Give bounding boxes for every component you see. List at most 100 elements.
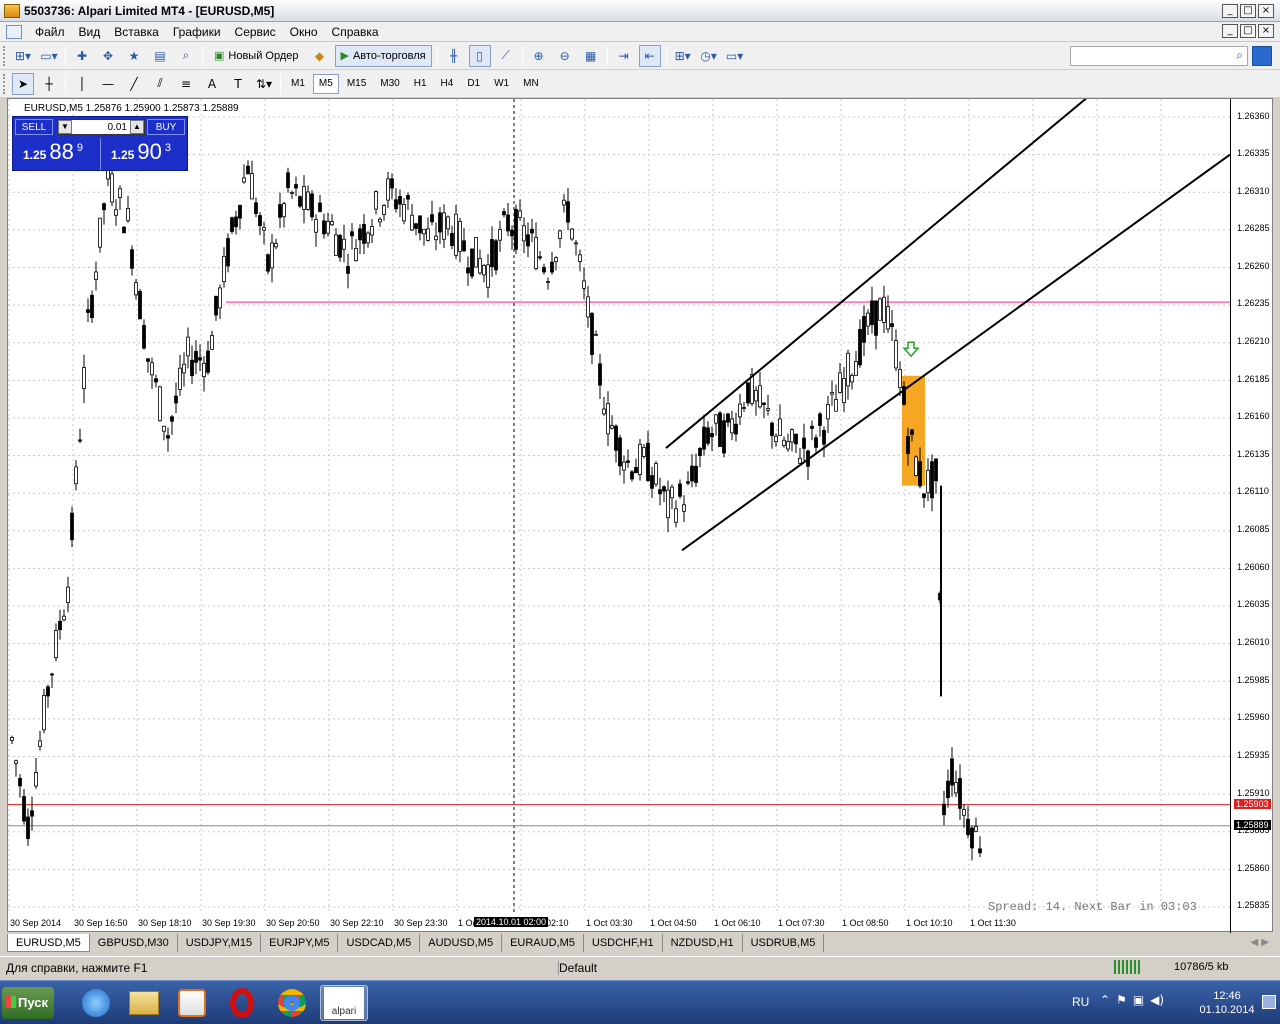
chart-canvas[interactable]: EURUSD,M5 1.25876 1.25900 1.25873 1.2588…	[8, 99, 1230, 933]
tab-usdchf-h1[interactable]: USDCHF,H1	[584, 934, 663, 952]
tab-usdjpy-m15[interactable]: USDJPY,M15	[178, 934, 262, 952]
candle-body	[830, 392, 834, 395]
tab-nzdusd-h1[interactable]: NZDUSD,H1	[663, 934, 743, 952]
text-icon[interactable]: A	[201, 73, 223, 95]
menu-charts[interactable]: Графики	[166, 25, 228, 39]
tab-eurusd-m5[interactable]: EURUSD,M5	[7, 934, 90, 952]
bid-price[interactable]: 1.25 88 9	[15, 138, 101, 170]
minimize-button[interactable]: _	[1222, 4, 1238, 18]
mdi-minimize-button[interactable]: _	[1222, 24, 1238, 38]
tab-eurjpy-m5[interactable]: EURJPY,M5	[261, 934, 339, 952]
tab-usdrub-m5[interactable]: USDRUB,M5	[743, 934, 825, 952]
metatrader-app-icon	[4, 3, 20, 18]
chrome-icon[interactable]	[270, 985, 314, 1021]
candle-body	[890, 323, 894, 328]
auto-scroll-icon[interactable]: ⇥	[613, 45, 635, 67]
media-player-icon[interactable]	[170, 985, 214, 1021]
bar-chart-icon[interactable]: ╫	[443, 45, 465, 67]
search-icon[interactable]: ⌕	[1236, 48, 1243, 63]
sell-button[interactable]: SELL	[15, 119, 53, 135]
taskbar-clock[interactable]: 12:46 01.10.2014	[1194, 989, 1260, 1017]
timeframe-d1[interactable]: D1	[461, 74, 486, 94]
show-desktop-button[interactable]	[1262, 995, 1276, 1009]
terminal-icon[interactable]: ▤	[149, 45, 171, 67]
arrows-icon[interactable]: ⇅▾	[253, 73, 275, 95]
strategy-tester-icon[interactable]: ⌕	[175, 45, 197, 67]
text-label-icon[interactable]: T	[227, 73, 249, 95]
mdi-restore-button[interactable]: □	[1240, 24, 1256, 38]
trendline-icon[interactable]: ╱	[123, 73, 145, 95]
volume-icon[interactable]: ◀)	[1150, 993, 1164, 1007]
navigator-icon[interactable]: ★	[123, 45, 145, 67]
new-chart-icon[interactable]: ⊞▾	[12, 45, 34, 67]
profiles-icon[interactable]: ▭▾	[38, 45, 60, 67]
lot-size-value[interactable]: 0.01	[72, 122, 130, 133]
horizontal-line-icon[interactable]: —	[97, 73, 119, 95]
start-button[interactable]: Пуск	[2, 987, 54, 1019]
periods-icon[interactable]: ◷▾	[698, 45, 720, 67]
connection-status-icon[interactable]	[1114, 960, 1140, 974]
menu-file[interactable]: Файл	[28, 25, 72, 39]
menu-tools[interactable]: Сервис	[228, 25, 283, 39]
tab-audusd-m5[interactable]: AUDUSD,M5	[420, 934, 503, 952]
zoom-out-icon[interactable]: ⊖	[554, 45, 576, 67]
menu-help[interactable]: Справка	[325, 25, 386, 39]
search-box[interactable]: ⌕	[1070, 46, 1248, 66]
vertical-line-icon[interactable]: │	[71, 73, 93, 95]
new-order-button[interactable]: ▣ Новый Ордер	[208, 45, 305, 67]
auto-trading-button[interactable]: ▶ Авто-торговля	[334, 44, 432, 67]
chart-window-icon[interactable]	[6, 24, 22, 39]
tab-gbpusd-m30[interactable]: GBPUSD,M30	[90, 934, 178, 952]
market-watch-icon[interactable]: ✚	[71, 45, 93, 67]
equidistant-channel-icon[interactable]: ⫽	[149, 73, 171, 95]
data-window-icon[interactable]: ✥	[97, 45, 119, 67]
candle-body	[194, 350, 198, 363]
lot-down-icon[interactable]: ▼	[58, 120, 72, 134]
timeframe-m1[interactable]: M1	[285, 74, 311, 94]
timeframe-m15[interactable]: M15	[341, 74, 372, 94]
chart-shift-icon[interactable]: ⇤	[638, 44, 661, 67]
price-chart[interactable]	[8, 99, 1230, 933]
zoom-in-icon[interactable]: ⊕	[528, 45, 550, 67]
close-button[interactable]: ×	[1258, 4, 1274, 18]
ask-price[interactable]: 1.25 90 3	[103, 138, 189, 170]
maximize-button[interactable]: □	[1240, 4, 1256, 18]
cursor-icon[interactable]: ➤	[12, 72, 34, 95]
metaeditor-icon[interactable]: ◆	[309, 45, 331, 67]
language-indicator[interactable]: RU	[1072, 995, 1089, 1009]
opera-icon[interactable]	[220, 985, 264, 1021]
indicators-icon[interactable]: ⊞▾	[672, 45, 694, 67]
candle-body	[934, 458, 938, 482]
tray-expand-icon[interactable]: ⌃	[1100, 993, 1110, 1007]
network-icon[interactable]: ▣	[1133, 993, 1144, 1007]
candle-body	[470, 248, 474, 277]
menu-window[interactable]: Окно	[283, 25, 325, 39]
templates-icon[interactable]: ▭▾	[724, 45, 746, 67]
menu-insert[interactable]: Вставка	[107, 25, 166, 39]
tile-windows-icon[interactable]: ▦	[580, 45, 602, 67]
tab-euraud-m5[interactable]: EURAUD,M5	[502, 934, 584, 952]
internet-explorer-icon[interactable]	[74, 985, 118, 1021]
time-label: 30 Sep 19:30	[202, 918, 256, 928]
menu-view[interactable]: Вид	[72, 25, 108, 39]
timeframe-m5[interactable]: M5	[312, 73, 339, 94]
buy-button[interactable]: BUY	[147, 119, 185, 135]
tab-scroll-arrows-icon[interactable]: ◀ ▶	[1250, 937, 1269, 948]
alpari-taskbar-button[interactable]: alpari	[320, 985, 368, 1021]
timeframe-m30[interactable]: M30	[374, 74, 405, 94]
action-center-icon[interactable]: ⚑	[1116, 993, 1127, 1007]
tab-usdcad-m5[interactable]: USDCAD,M5	[338, 934, 421, 952]
candlestick-chart-icon[interactable]: ▯	[468, 44, 491, 67]
timeframe-h1[interactable]: H1	[408, 74, 433, 94]
fibonacci-icon[interactable]: ≡	[175, 73, 197, 95]
file-explorer-icon[interactable]	[122, 985, 166, 1021]
line-chart-icon[interactable]: ⟋	[495, 45, 517, 67]
lot-size-stepper[interactable]: ▼ 0.01 ▲	[57, 119, 145, 135]
community-icon[interactable]	[1252, 46, 1272, 66]
timeframe-w1[interactable]: W1	[488, 74, 515, 94]
mdi-close-button[interactable]: ×	[1258, 24, 1274, 38]
timeframe-mn[interactable]: MN	[517, 74, 545, 94]
lot-up-icon[interactable]: ▲	[130, 120, 144, 134]
timeframe-h4[interactable]: H4	[435, 74, 460, 94]
crosshair-icon[interactable]: ┼	[38, 73, 60, 95]
